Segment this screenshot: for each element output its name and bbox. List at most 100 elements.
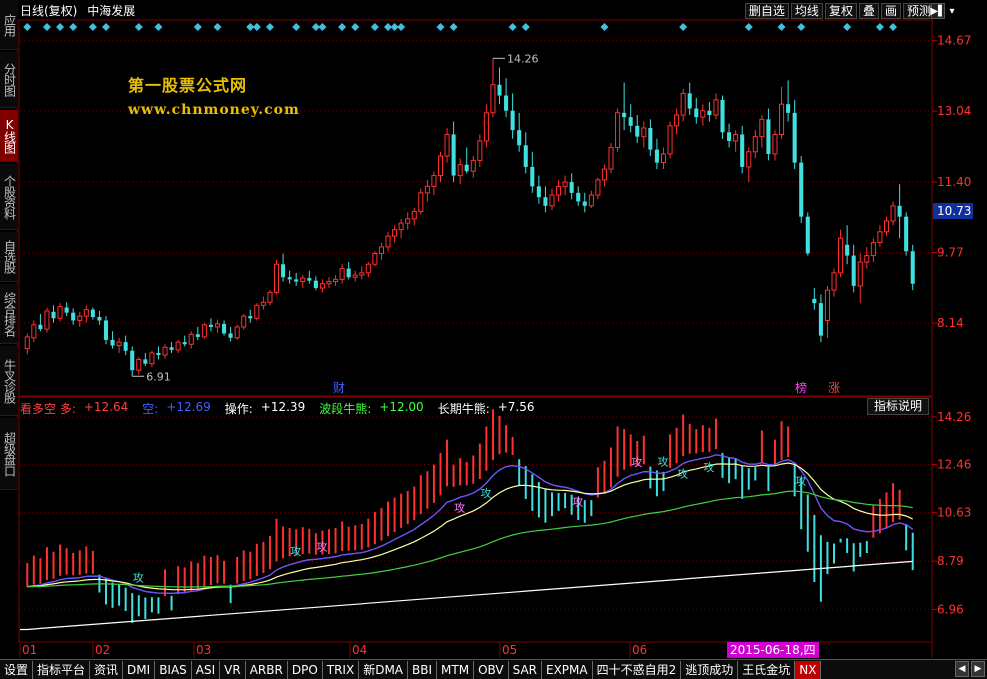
event-marker-icon[interactable] xyxy=(292,23,301,31)
candle-body xyxy=(97,317,102,321)
candle-body xyxy=(431,175,437,187)
event-marker-icon[interactable] xyxy=(889,23,898,31)
indicator-header-item: +12.69 xyxy=(166,400,211,414)
tab-6[interactable]: VR xyxy=(220,660,246,679)
event-marker-icon[interactable] xyxy=(56,23,65,31)
candle-body xyxy=(254,304,260,319)
candle-body xyxy=(319,283,325,289)
event-marker-icon[interactable] xyxy=(154,23,163,31)
candle-body xyxy=(260,301,266,306)
tab-0[interactable]: 设置 xyxy=(0,660,34,679)
signal-glyph: 攻 xyxy=(133,570,144,584)
tab-8[interactable]: DPO xyxy=(288,660,323,679)
candle-body xyxy=(890,205,896,222)
tab-12[interactable]: MTM xyxy=(437,660,475,679)
tab-15[interactable]: EXPMA xyxy=(542,660,593,679)
candle-body xyxy=(752,136,758,153)
event-marker-icon[interactable] xyxy=(843,23,852,31)
tab-1[interactable]: 指标平台 xyxy=(33,660,91,679)
candle-body xyxy=(156,352,161,356)
candle-body xyxy=(273,263,280,293)
candle-body xyxy=(103,320,109,340)
event-marker-icon[interactable] xyxy=(508,23,517,31)
candle-body xyxy=(700,110,706,118)
event-marker-icon[interactable] xyxy=(88,23,97,31)
tab-13[interactable]: OBV xyxy=(474,660,509,679)
low-price-label: 6.91 xyxy=(146,370,171,383)
candle-body xyxy=(497,84,502,96)
signal-glyph: 攻 xyxy=(631,455,642,469)
tab-11[interactable]: BBI xyxy=(408,660,438,679)
event-marker-icon[interactable] xyxy=(521,23,530,31)
event-marker-icon[interactable] xyxy=(42,23,51,31)
candle-body xyxy=(641,127,647,138)
event-marker-icon[interactable] xyxy=(370,23,379,31)
event-marker-icon[interactable] xyxy=(875,23,884,31)
candle-body xyxy=(694,108,699,118)
event-marker-icon[interactable] xyxy=(69,23,78,31)
tab-5[interactable]: ASI xyxy=(192,660,221,679)
candle-body xyxy=(136,358,142,371)
signal-glyph: 攻 xyxy=(480,486,491,500)
event-marker-icon[interactable] xyxy=(134,23,143,31)
tab-19[interactable]: NX xyxy=(795,660,822,679)
candle-body xyxy=(483,112,489,142)
price-axis-label: 13.04 xyxy=(937,104,971,118)
indicator-header-item: +12.64 xyxy=(83,400,129,414)
event-marker-icon[interactable] xyxy=(744,23,753,31)
event-marker-icon[interactable] xyxy=(193,23,202,31)
event-marker-icon[interactable] xyxy=(252,23,261,31)
event-marker-icon[interactable] xyxy=(213,23,222,31)
price-axis-label: 9.77 xyxy=(937,246,964,260)
event-marker-icon[interactable] xyxy=(797,23,806,31)
tab-4[interactable]: BIAS xyxy=(155,660,192,679)
candle-body xyxy=(110,339,115,346)
candle-body xyxy=(733,133,739,142)
tab-7[interactable]: ARBR xyxy=(246,660,288,679)
event-marker-icon[interactable] xyxy=(23,23,32,31)
indicator-axis-label: 8.79 xyxy=(937,554,964,568)
tab-16[interactable]: 四十不惑自用2 xyxy=(593,660,682,679)
candle-body xyxy=(451,134,456,176)
event-marker-icon[interactable] xyxy=(436,23,445,31)
scroll-right-icon[interactable]: ▶ xyxy=(971,661,985,677)
indicator-header-item: 空: xyxy=(142,402,159,416)
candle-body xyxy=(411,210,417,220)
tab-17[interactable]: 逃顶成功 xyxy=(681,660,739,679)
event-marker-icon[interactable] xyxy=(777,23,786,31)
candle-body xyxy=(149,352,155,365)
candle-body xyxy=(904,216,909,252)
price-axis-label: 14.67 xyxy=(937,34,971,48)
tab-9[interactable]: TRIX xyxy=(323,660,360,679)
long-term-line xyxy=(20,560,913,631)
scroll-left-icon[interactable]: ◀ xyxy=(955,661,969,677)
indicator-help-button[interactable]: 指标说明 xyxy=(866,398,929,415)
signal-glyph: 攻 xyxy=(703,460,714,474)
tab-18[interactable]: 王氏金坑 xyxy=(738,660,796,679)
candle-body xyxy=(188,333,194,345)
x-axis-label: 04 xyxy=(352,643,367,657)
event-marker-icon[interactable] xyxy=(101,23,110,31)
tab-10[interactable]: 新DMA xyxy=(359,660,409,679)
candle-body xyxy=(208,324,213,327)
event-marker-icon[interactable] xyxy=(338,23,347,31)
candle-body xyxy=(838,237,844,274)
event-marker-icon[interactable] xyxy=(679,23,688,31)
event-label[interactable]: 财 xyxy=(333,381,345,395)
event-marker-icon[interactable] xyxy=(265,23,274,31)
event-label[interactable]: 榜 xyxy=(795,380,807,395)
tab-3[interactable]: DMI xyxy=(123,660,156,679)
event-marker-icon[interactable] xyxy=(318,23,327,31)
event-marker-icon[interactable] xyxy=(397,23,406,31)
event-marker-icon[interactable] xyxy=(449,23,458,31)
tab-14[interactable]: SAR xyxy=(509,660,542,679)
event-label[interactable]: 涨 xyxy=(828,380,840,395)
event-marker-icon[interactable] xyxy=(600,23,609,31)
candle-body xyxy=(720,99,725,133)
candle-body xyxy=(31,324,37,339)
tab-2[interactable]: 资讯 xyxy=(90,660,124,679)
candle-body xyxy=(234,326,240,339)
watermark-title: 第一股票公式网 xyxy=(128,76,248,95)
event-marker-icon[interactable] xyxy=(351,23,360,31)
candle-body xyxy=(818,303,823,336)
